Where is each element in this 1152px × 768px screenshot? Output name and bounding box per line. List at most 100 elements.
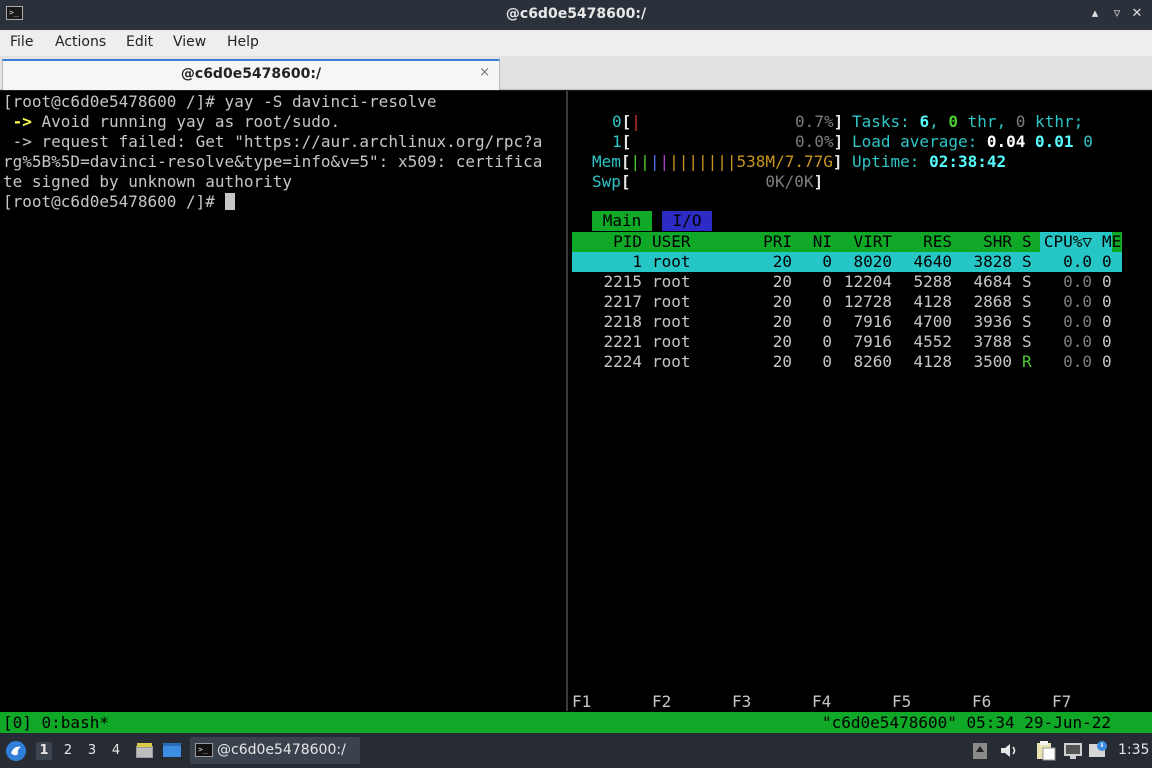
menubar: File Actions Edit View Help xyxy=(0,30,1152,56)
column-header-mem[interactable]: ME xyxy=(1102,232,1121,252)
start-menu-icon[interactable] xyxy=(5,740,27,762)
process-cell-user: root xyxy=(652,352,691,371)
cpu1-label: 1 xyxy=(612,132,622,151)
process-cell-ni: 0 xyxy=(822,332,832,351)
process-cell-pid: 2218 xyxy=(603,312,642,331)
tmux-host-datetime: "c6d0e5478600" 05:34 29-Jun-22 xyxy=(822,713,1111,732)
workspace-4[interactable]: 4 xyxy=(108,742,124,760)
menu-actions[interactable]: Actions xyxy=(55,34,106,50)
fkey-f2[interactable]: F2Setup xyxy=(652,692,710,732)
process-cell-user: root xyxy=(652,272,691,291)
process-cell-mem: 0 xyxy=(1102,292,1112,311)
menu-edit[interactable]: Edit xyxy=(126,34,153,50)
terminal-view[interactable]: [root@c6d0e5478600 /]# yay -S davinci-re… xyxy=(0,91,1152,733)
tmux-status-bar: [0] 0:bash* "c6d0e5478600" 05:34 29-Jun-… xyxy=(0,712,1152,733)
process-cell-user: root xyxy=(652,292,691,311)
process-cell-virt: 8020 xyxy=(853,252,892,271)
process-cell-virt: 12204 xyxy=(843,272,892,291)
minimize-icon[interactable]: ▴ xyxy=(1086,5,1104,23)
process-cell-pri: 20 xyxy=(772,312,792,331)
tab-label: @c6d0e5478600:/ xyxy=(180,66,322,82)
memory-meter: Mem[|||||||||||538M/7.77G] xyxy=(592,152,843,171)
column-header-virt[interactable]: VIRT xyxy=(853,232,892,252)
fkey-f5[interactable]: F5Tree xyxy=(892,692,950,732)
fkey-f3[interactable]: F3Search xyxy=(732,692,790,732)
menu-view[interactable]: View xyxy=(173,34,206,50)
process-cell-ni: 0 xyxy=(822,312,832,331)
error-line: rg%5B%5D=davinci-resolve&type=info&v=5":… xyxy=(3,152,543,171)
column-header-ni[interactable]: NI xyxy=(813,232,832,252)
process-cell-cpu: 0.0 xyxy=(1063,312,1092,331)
load-5min: 0.01 xyxy=(1035,132,1074,151)
cpu0-meter: 0[| 0.7%] xyxy=(612,112,844,131)
process-cell-cpu: 0.0 xyxy=(1063,272,1092,291)
file-manager-icon[interactable] xyxy=(135,741,154,760)
current-prompt[interactable]: [root@c6d0e5478600 /]# xyxy=(3,192,235,212)
load-average-meter: Load average: 0.04 0.01 0 xyxy=(852,132,1093,152)
process-cell-cpu: 0.0 xyxy=(1063,252,1092,271)
fkey-number: F4 xyxy=(812,692,832,711)
threads-count: 0 xyxy=(948,112,958,131)
tab-close-icon[interactable]: × xyxy=(479,65,490,80)
process-cell-pid: 2215 xyxy=(603,272,642,291)
clock[interactable]: 1:35 xyxy=(1118,742,1149,758)
terminal-tab[interactable]: @c6d0e5478600:/ × xyxy=(2,59,500,90)
tasks-count: 6 xyxy=(919,112,930,131)
column-header-cpu[interactable]: CPU%▽ xyxy=(1044,232,1092,252)
column-header-user[interactable]: USER xyxy=(652,232,691,252)
close-window-icon[interactable]: ✕ xyxy=(1128,5,1146,23)
notification-icon[interactable] xyxy=(1088,740,1108,760)
tmux-session-window[interactable]: [0] 0:bash* xyxy=(3,712,109,733)
htop-tab-io[interactable]: I/O xyxy=(662,211,712,231)
process-cell-res: 4128 xyxy=(913,292,952,311)
maximize-icon[interactable]: ▿ xyxy=(1108,5,1126,23)
network-icon[interactable] xyxy=(1063,741,1083,760)
fkey-f7[interactable]: F7Nice xyxy=(1052,692,1101,732)
column-header-pri[interactable]: PRI xyxy=(763,232,792,252)
column-header-shr[interactable]: SHR xyxy=(983,232,1012,252)
load-15min: 0 xyxy=(1083,132,1093,151)
kthreads-label: kthr; xyxy=(1025,112,1084,131)
prompt-text: [root@c6d0e5478600 /]# xyxy=(3,192,225,211)
uptime-value: 02:38:42 xyxy=(929,152,1007,171)
fkey-f1[interactable]: F1Help xyxy=(572,692,630,732)
swap-meter: Swp[ 0K/0K] xyxy=(592,172,824,191)
column-header-s[interactable]: S xyxy=(1022,232,1032,252)
process-cell-res: 4128 xyxy=(913,352,952,371)
workspace-1[interactable]: 1 xyxy=(36,742,52,760)
cpu1-percent: 0.0% xyxy=(795,132,834,151)
process-cell-mem: 0 xyxy=(1102,312,1112,331)
clipboard-icon[interactable] xyxy=(1034,740,1056,761)
error-line: te signed by unknown authority xyxy=(3,172,292,191)
tray-expand-icon[interactable] xyxy=(972,742,988,760)
process-cell-virt: 12728 xyxy=(843,292,892,311)
process-cell-ni: 0 xyxy=(822,272,832,291)
column-header-pid[interactable]: PID xyxy=(613,232,642,252)
load-label: Load average: xyxy=(852,132,987,151)
process-cell-shr: 4684 xyxy=(973,272,1012,291)
taskbar: 1 2 3 4 >_ @c6d0e5478600:/ 1:35 xyxy=(0,733,1152,768)
fkey-f6[interactable]: F6SortBy xyxy=(972,692,1030,732)
tab-bar: @c6d0e5478600:/ × xyxy=(0,56,1152,90)
htop-tab-main[interactable]: Main xyxy=(592,211,652,231)
process-cell-shr: 3500 xyxy=(973,352,1012,371)
fkey-number: F2 xyxy=(652,692,672,711)
load-1min: 0.04 xyxy=(986,132,1026,151)
fkey-number: F1 xyxy=(572,692,592,711)
menu-file[interactable]: File xyxy=(10,34,33,50)
process-cell-res: 4640 xyxy=(913,252,952,271)
volume-icon[interactable] xyxy=(999,741,1019,760)
column-header-res[interactable]: RES xyxy=(923,232,952,252)
workspace-2[interactable]: 2 xyxy=(60,742,76,760)
menu-help[interactable]: Help xyxy=(227,34,259,50)
show-desktop-icon[interactable] xyxy=(162,741,182,760)
error-line: -> request failed: Get "https://aur.arch… xyxy=(3,132,543,151)
pane-divider[interactable] xyxy=(566,91,568,711)
taskbar-task-terminal[interactable]: >_ @c6d0e5478600:/ xyxy=(190,737,360,764)
uptime-label: Uptime: xyxy=(852,152,930,171)
fkey-f4[interactable]: F4Filter xyxy=(812,692,870,732)
process-cell-res: 4700 xyxy=(913,312,952,331)
text-cursor xyxy=(224,193,235,210)
process-cell-s: S xyxy=(1022,272,1032,291)
workspace-3[interactable]: 3 xyxy=(84,742,100,760)
